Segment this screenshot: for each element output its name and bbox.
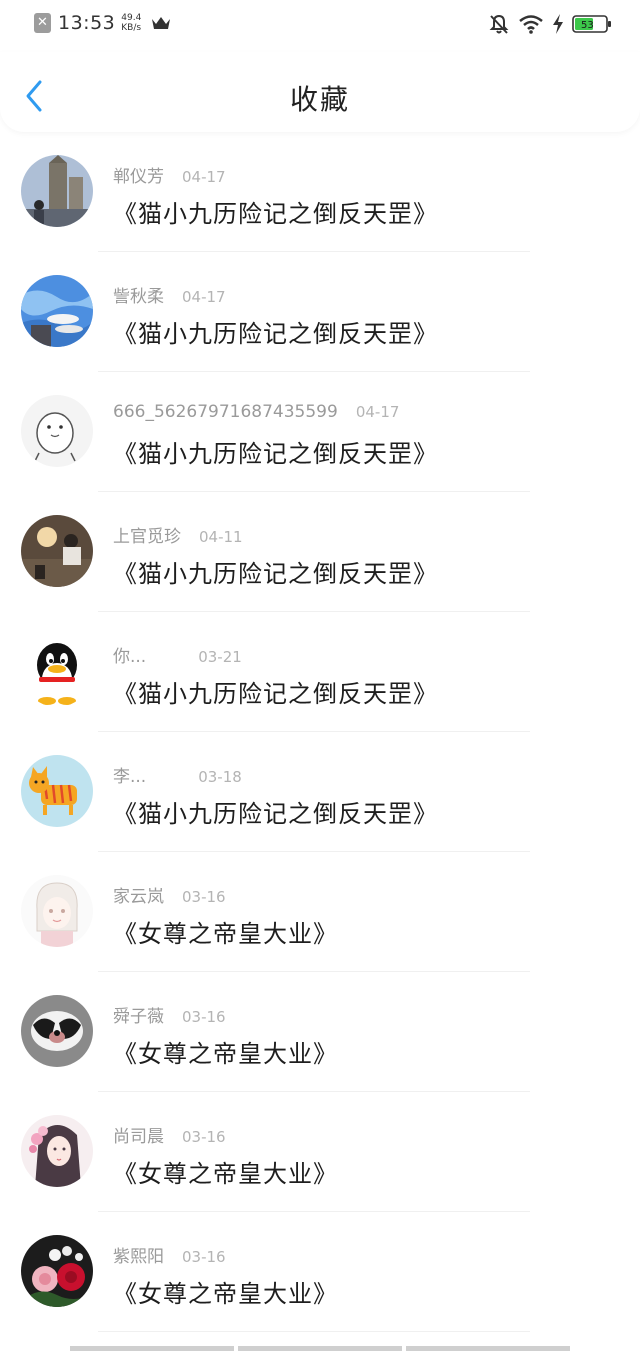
favorite-date: 04-17 — [355, 403, 400, 421]
book-title[interactable]: 《猫小九历险记之倒反天罡》 — [113, 434, 438, 469]
list-item[interactable]: 666_56267971687435599 04-17 《猫小九历险记之倒反天罡》 — [0, 372, 640, 492]
favorite-date: 03-21 — [198, 648, 242, 666]
user-name: 家云岚 — [113, 887, 164, 907]
network-speed-unit: KB/s — [121, 23, 142, 33]
battery-level: 53 — [581, 20, 594, 31]
bottom-edge-segment — [238, 1346, 402, 1351]
book-title[interactable]: 《女尊之帝皇大业》 — [113, 1154, 338, 1189]
user-name: 訾秋柔 — [113, 287, 164, 307]
bottom-edge-segment — [406, 1346, 570, 1351]
bottom-edge-segment — [70, 1346, 234, 1351]
divider — [98, 1331, 530, 1332]
favorite-date: 03-16 — [182, 888, 226, 906]
wifi-icon — [519, 15, 543, 34]
user-name: 舜子薇 — [113, 1007, 164, 1027]
status-bar: ✕ 13:53 49.4 KB/s 53 — [0, 0, 640, 52]
favorite-date: 04-17 — [182, 168, 226, 186]
list-item[interactable]: 李... 03-18 《猫小九历险记之倒反天罡》 — [0, 732, 640, 852]
charging-bolt-icon — [553, 14, 563, 34]
favorite-date: 03-16 — [182, 1248, 226, 1266]
user-avatar[interactable] — [21, 1115, 93, 1187]
list-item[interactable]: 郸仪芳 04-17 《猫小九历险记之倒反天罡》 — [0, 132, 640, 252]
status-time: 13:53 — [58, 12, 116, 34]
favorite-date: 04-11 — [199, 528, 243, 546]
favorite-date: 03-18 — [198, 768, 242, 786]
book-title[interactable]: 《女尊之帝皇大业》 — [113, 1274, 338, 1309]
user-name: 郸仪芳 — [113, 167, 164, 187]
user-avatar[interactable] — [21, 515, 93, 587]
user-name: 你... — [113, 647, 147, 667]
book-title[interactable]: 《猫小九历险记之倒反天罡》 — [113, 194, 438, 229]
user-name: 李... — [113, 767, 147, 787]
list-item[interactable]: 紫熙阳 03-16 《女尊之帝皇大业》 — [0, 1212, 640, 1332]
user-avatar[interactable] — [21, 875, 93, 947]
user-name: 尚司晨 — [113, 1127, 164, 1147]
user-avatar[interactable] — [21, 395, 93, 467]
close-notification-icon: ✕ — [34, 13, 51, 33]
user-name: 666_56267971687435599 — [113, 402, 338, 422]
list-item[interactable]: 家云岚 03-16 《女尊之帝皇大业》 — [0, 852, 640, 972]
network-speed-value: 49.4 — [121, 13, 142, 23]
book-title[interactable]: 《猫小九历险记之倒反天罡》 — [113, 554, 438, 589]
page-title: 收藏 — [289, 83, 350, 116]
book-title[interactable]: 《猫小九历险记之倒反天罡》 — [113, 314, 438, 349]
network-speed: 49.4 KB/s — [121, 13, 141, 33]
mute-bell-icon — [489, 14, 509, 34]
bottom-edge-bar — [70, 1346, 570, 1351]
list-item[interactable]: 上官觅珍 04-11 《猫小九历险记之倒反天罡》 — [0, 492, 640, 612]
favorite-date: 03-16 — [182, 1128, 226, 1146]
favorite-date: 04-17 — [182, 288, 226, 306]
book-title[interactable]: 《女尊之帝皇大业》 — [113, 1034, 338, 1069]
list-item[interactable]: 你... 03-21 《猫小九历险记之倒反天罡》 — [0, 612, 640, 732]
user-name: 紫熙阳 — [113, 1247, 164, 1267]
book-title[interactable]: 《猫小九历险记之倒反天罡》 — [113, 794, 438, 829]
battery-icon: 53 — [572, 15, 611, 33]
favorite-date: 03-16 — [182, 1008, 226, 1026]
user-avatar[interactable] — [21, 995, 93, 1067]
user-avatar[interactable] — [21, 755, 93, 827]
user-avatar[interactable] — [21, 275, 93, 347]
list-item[interactable]: 舜子薇 03-16 《女尊之帝皇大业》 — [0, 972, 640, 1092]
book-title[interactable]: 《女尊之帝皇大业》 — [113, 914, 338, 949]
user-name: 上官觅珍 — [113, 527, 181, 547]
list-item[interactable]: 訾秋柔 04-17 《猫小九历险记之倒反天罡》 — [0, 252, 640, 372]
user-avatar[interactable] — [21, 155, 93, 227]
user-avatar[interactable] — [21, 635, 93, 707]
page-header: 收藏 — [0, 52, 640, 132]
list-item[interactable]: 尚司晨 03-16 《女尊之帝皇大业》 — [0, 1092, 640, 1212]
book-title[interactable]: 《猫小九历险记之倒反天罡》 — [113, 674, 438, 709]
crown-icon — [152, 17, 171, 29]
user-avatar[interactable] — [21, 1235, 93, 1307]
favorites-list: 郸仪芳 04-17 《猫小九历险记之倒反天罡》 訾秋柔 04-17 《猫小九历险记之… — [0, 132, 640, 1332]
